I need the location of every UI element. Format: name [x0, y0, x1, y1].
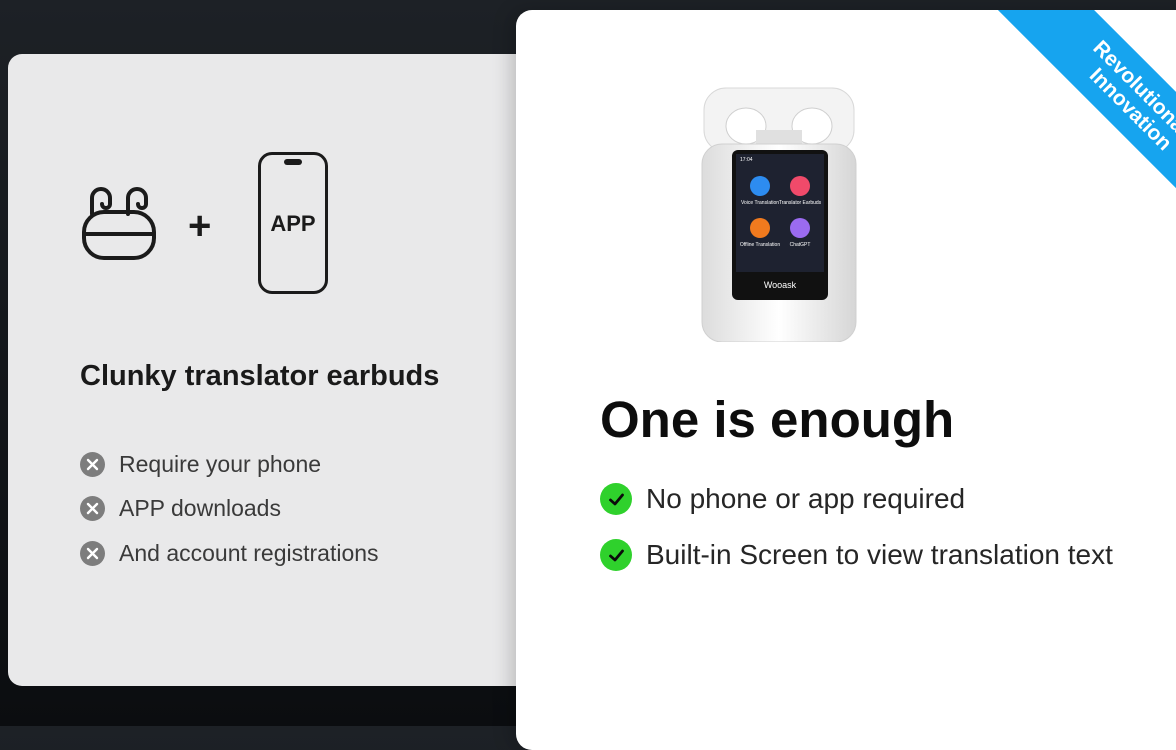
translator-earbuds-icon [790, 176, 810, 196]
list-item-label: No phone or app required [646, 483, 966, 514]
earbuds-case-icon [82, 187, 156, 260]
list-item-label: Require your phone [119, 450, 322, 477]
phone-icon: APP [258, 152, 328, 294]
app-label-earbuds: Translator Earbuds [779, 200, 822, 206]
phone-app-label: APP [270, 211, 316, 236]
list-item-label: APP downloads [119, 495, 281, 522]
wooask-title: One is enough [600, 391, 955, 448]
list-item: Require your phone [80, 442, 379, 487]
list-item-label: Built-in Screen to view translation text [646, 539, 1113, 570]
phone-notch [284, 159, 302, 165]
device-brand: Wooask [764, 280, 797, 290]
app-label-voice: Voice Translation [741, 200, 779, 206]
cross-icon [80, 451, 105, 477]
device-time: 17:04 [740, 157, 753, 163]
list-item: APP downloads [80, 487, 379, 532]
earbuds-title: Clunky translator earbuds [80, 360, 440, 392]
wooask-benefits-list: No phone or app required Built-in Screen… [600, 480, 1140, 592]
list-item: No phone or app required [600, 480, 1140, 518]
innovation-ribbon: Revolutionary Innovation [993, 10, 1176, 247]
check-icon [600, 539, 632, 571]
chatgpt-icon [790, 218, 810, 238]
list-item-label: And account registrations [119, 539, 379, 566]
translator-device-image: 17:04 Voice Translation Translator Earbu… [701, 87, 857, 342]
earbuds-drawbacks-list: Require your phone APP downloads And acc… [80, 442, 379, 576]
cross-icon [80, 540, 105, 566]
comparison-card-wooask: 17:04 Voice Translation Translator Earbu… [516, 10, 1176, 750]
comparison-card-earbuds: + APP Clunky translator earbuds Require … [8, 54, 568, 686]
plus-icon: + [188, 204, 212, 248]
cross-icon [80, 496, 105, 522]
voice-translation-icon [750, 176, 770, 196]
check-icon [600, 483, 632, 515]
list-item: And account registrations [80, 531, 379, 576]
list-item: Built-in Screen to view translation text [600, 536, 1140, 574]
app-label-offline: Offline Translation [740, 242, 780, 248]
offline-translation-icon [750, 218, 770, 238]
app-label-chatgpt: ChatGPT [790, 242, 811, 248]
